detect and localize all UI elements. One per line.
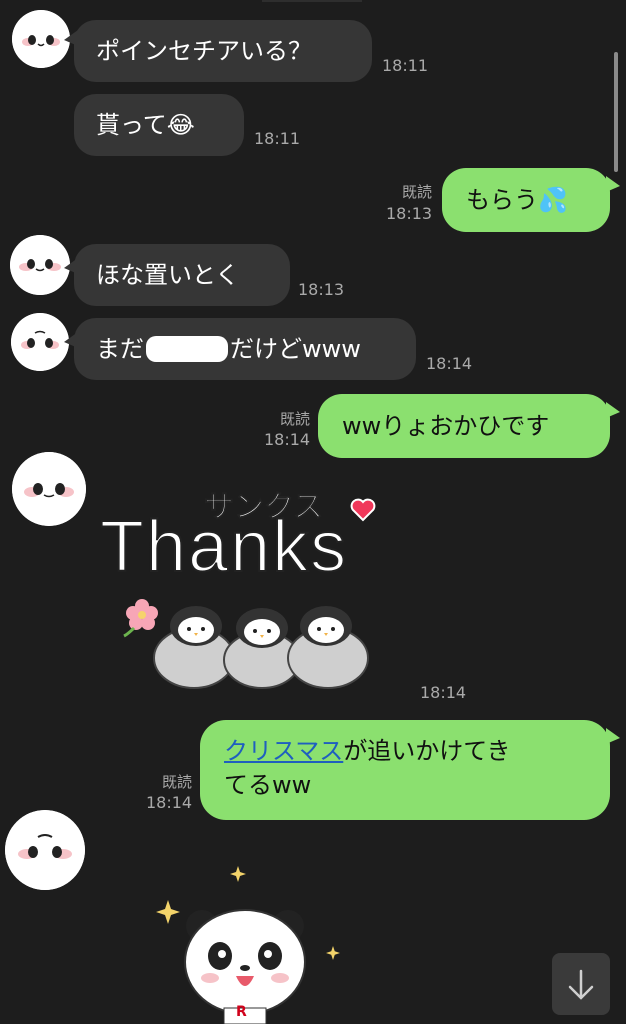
message-text-before: まだ — [96, 335, 144, 363]
redacted-scribble — [146, 336, 228, 362]
read-receipt: 既読 — [161, 773, 192, 791]
message-bubble-outgoing[interactable]: クリスマスが追いかけてき てるww — [200, 720, 610, 820]
message-bubble-outgoing[interactable]: もらう💦 — [442, 168, 610, 232]
message-text: ポインセチアいる？ — [96, 37, 312, 65]
penguins-illustration — [153, 606, 369, 689]
message-time: 18:13 — [298, 280, 345, 299]
friend-avatar[interactable] — [5, 810, 85, 890]
message-line-1: クリスマスが追いかけてき — [224, 734, 586, 768]
top-edge — [262, 0, 362, 2]
message-time: 18:11 — [254, 129, 301, 148]
message-time: 18:11 — [382, 56, 429, 75]
scroll-to-bottom-button[interactable] — [552, 953, 610, 1015]
friend-avatar[interactable] — [12, 10, 70, 68]
read-receipt: 既読 — [279, 410, 310, 428]
message-bubble-incoming[interactable]: 貰って😂 — [74, 94, 244, 156]
sticker-thanks[interactable]: サンクス Thanks — [96, 478, 396, 694]
friend-avatar[interactable] — [10, 235, 70, 295]
message-text: ほな置いとく — [96, 261, 240, 289]
sticker-title: Thanks — [99, 506, 349, 588]
bubble-tail — [606, 402, 620, 418]
message-text: wwりょおかひです — [342, 412, 550, 440]
message-text: 貰って😂 — [96, 111, 195, 139]
friend-avatar[interactable] — [11, 313, 69, 371]
heart-icon — [350, 498, 376, 522]
arrow-down-icon — [568, 969, 594, 1000]
bubble-tail — [606, 176, 620, 192]
message-bubble-outgoing[interactable]: wwりょおかひです — [318, 394, 610, 458]
message-time: 18:14 — [146, 793, 193, 812]
scrollbar[interactable] — [614, 52, 618, 172]
bubble-tail — [606, 728, 620, 744]
message-text-line2: てるww — [224, 771, 312, 799]
message-time: 18:13 — [386, 204, 433, 223]
message-time: 18:14 — [420, 683, 467, 702]
panda-badge: R — [236, 1004, 247, 1020]
message-text: もらう💦 — [466, 186, 568, 214]
sparkle-icon — [230, 866, 246, 882]
message-text-line1: が追いかけてき — [343, 737, 511, 765]
sparkle-icon — [156, 900, 180, 924]
message-text-after: だけどwww — [230, 335, 361, 363]
message-bubble-incoming[interactable]: ポインセチアいる？ — [74, 20, 372, 82]
sparkle-icon — [326, 946, 340, 960]
message-bubble-incoming[interactable]: まだ だけどwww — [74, 318, 416, 380]
keyword-link[interactable]: クリスマス — [224, 737, 343, 765]
read-receipt: 既読 — [401, 183, 432, 201]
friend-avatar[interactable] — [12, 452, 86, 526]
message-time: 18:14 — [426, 354, 473, 373]
message-time: 18:14 — [264, 430, 311, 449]
message-bubble-incoming[interactable]: ほな置いとく — [74, 244, 290, 306]
